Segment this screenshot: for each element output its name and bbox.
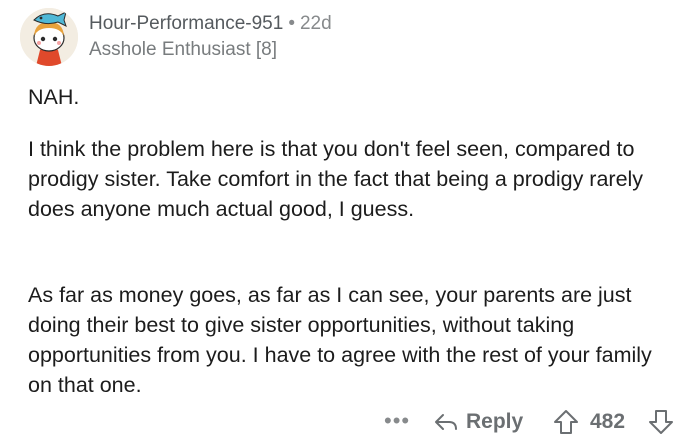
avatar[interactable] bbox=[20, 8, 78, 66]
comment-meta: Hour-Performance-951 • 22d bbox=[89, 12, 332, 36]
comment: Hour-Performance-951 • 22d Asshole Enthusi… bbox=[0, 0, 700, 446]
comment-paragraph: I think the problem here is that you don… bbox=[28, 137, 644, 221]
username-link[interactable]: Hour-Performance-951 bbox=[89, 13, 283, 34]
reply-button[interactable]: Reply bbox=[434, 404, 523, 440]
downvote-button[interactable] bbox=[648, 409, 674, 440]
vote-score: 482 bbox=[590, 410, 626, 433]
downvote-arrow-icon bbox=[649, 410, 673, 434]
reply-label: Reply bbox=[466, 410, 524, 433]
comment-paragraph: As far as money goes, as far as I can se… bbox=[28, 283, 652, 397]
comment-paragraph: NAH. bbox=[28, 85, 80, 109]
more-options-button[interactable]: ••• bbox=[384, 406, 410, 436]
snoo-avatar-icon bbox=[20, 8, 78, 66]
upvote-button[interactable] bbox=[553, 409, 579, 440]
reply-arrow-icon bbox=[435, 414, 457, 430]
user-flair: Asshole Enthusiast [8] bbox=[89, 39, 277, 60]
upvote-arrow-icon bbox=[554, 410, 578, 434]
comment-age: 22d bbox=[299, 13, 332, 34]
meta-separator: • bbox=[288, 13, 295, 34]
comment-action-bar: ••• Reply 482 bbox=[0, 404, 700, 440]
